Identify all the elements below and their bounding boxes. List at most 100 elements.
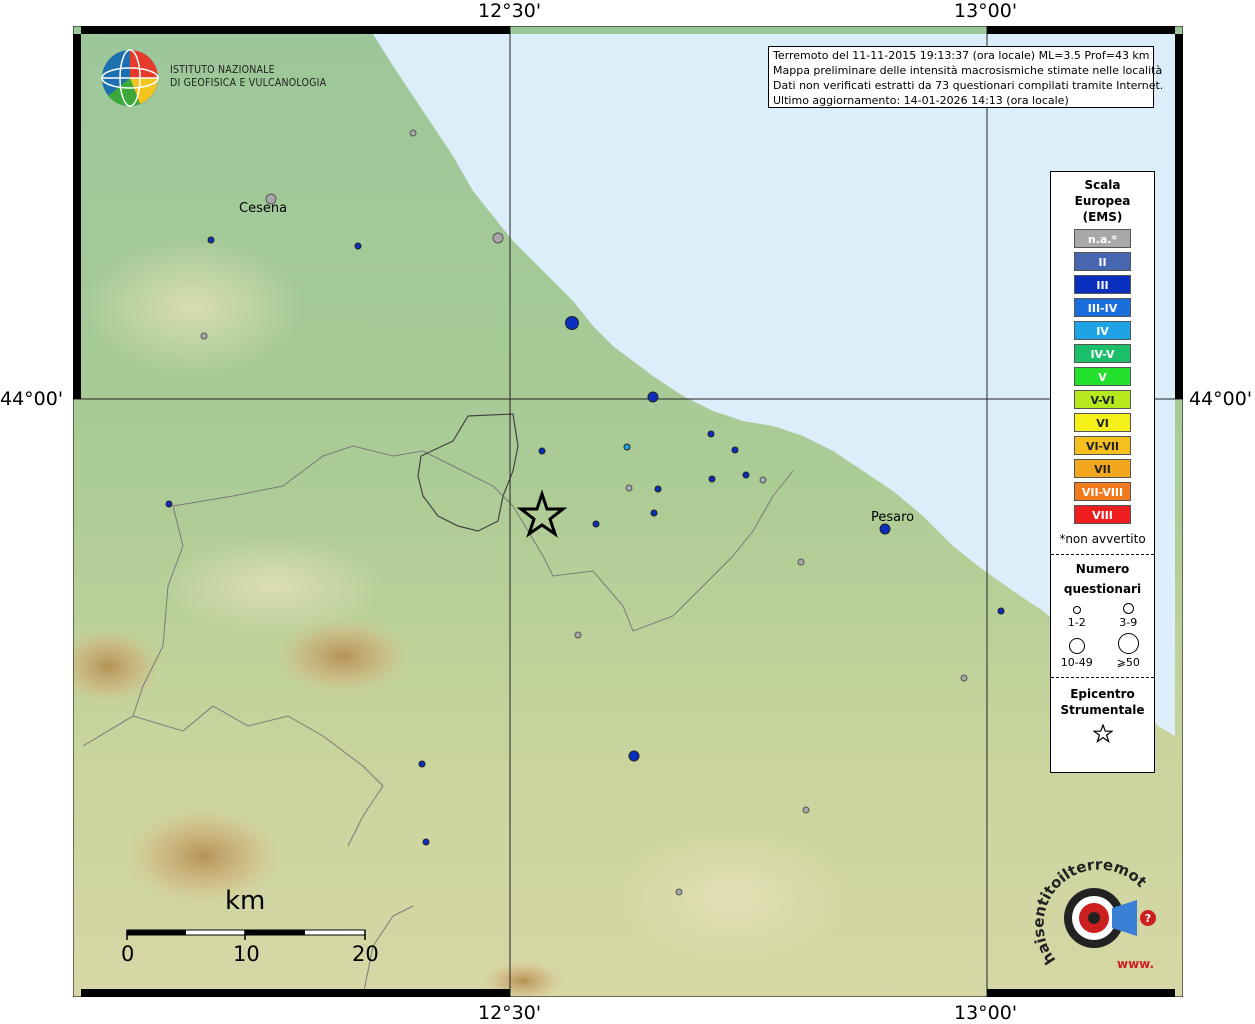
intensity-legend: Scala Europea (EMS) n.a.* II III III-IV IV IV… (1050, 171, 1155, 773)
legend-count-item: 10-49 (1051, 633, 1103, 669)
terrain-hill (613, 826, 853, 966)
intensity-marker-III[interactable] (708, 475, 716, 483)
legend-swatch-n.a.*: n.a.* (1074, 229, 1131, 248)
frame-bar (81, 989, 510, 997)
event-info-line-3: Dati non verificati estratti da 73 quest… (773, 79, 1164, 92)
legend-count-label: 10-49 (1060, 656, 1093, 669)
legend-note: *non avvertito (1059, 532, 1146, 546)
frame-bar (987, 26, 1175, 34)
intensity-marker-III[interactable] (165, 500, 173, 508)
legend-count-label: ⩾50 (1116, 656, 1140, 669)
frame-bar (987, 989, 1175, 997)
legend-swatch-iv: IV (1074, 321, 1131, 340)
legend-count-item: 3-9 (1103, 603, 1155, 629)
intensity-marker-na[interactable] (409, 129, 417, 137)
epicenter-star-icon (1091, 723, 1114, 743)
top-longitude-label-2: 13°00' (954, 0, 1018, 22)
intensity-marker-III[interactable] (628, 750, 640, 762)
intensity-marker-na[interactable] (492, 232, 504, 244)
frame-bar (73, 34, 81, 399)
legend-swatch-iv-v: IV-V (1074, 344, 1131, 363)
scale-unit: km (225, 886, 266, 916)
terrain-hill (163, 536, 383, 636)
haisentito-url-text: www. (1117, 957, 1154, 971)
intensity-marker-III[interactable] (565, 316, 579, 330)
intensity-marker-III[interactable] (207, 236, 215, 244)
map-frame[interactable] (73, 26, 1183, 997)
scale-label-20: 20 (352, 942, 379, 966)
city-label-pesaro: Pesaro (871, 510, 915, 525)
legend-swatch-iii: III (1074, 275, 1131, 294)
count-circle-icon (1072, 606, 1081, 614)
intensity-marker-III[interactable] (422, 838, 430, 846)
legend-swatch-v: V (1074, 367, 1131, 386)
scale-bar-segment (245, 930, 305, 935)
ingv-logo-icon (101, 49, 159, 107)
event-info-box: Terremoto del 11-11-2015 19:13:37 (ora l… (768, 46, 1164, 108)
legend-count-circles: 1-2 3-9 10-49 ⩾50 (1051, 603, 1154, 669)
intensity-marker-na[interactable] (200, 332, 208, 340)
count-circle-icon (1122, 603, 1134, 614)
intensity-marker-III[interactable] (997, 607, 1005, 615)
intensity-marker-na[interactable] (960, 674, 968, 682)
intensity-marker-III[interactable] (354, 242, 362, 250)
legend-count-item: ⩾50 (1103, 633, 1155, 669)
scale-label-0: 0 (121, 942, 135, 966)
legend-count-title: Numero questionari (1051, 559, 1154, 599)
legend-count-title-line-1: Numero (1075, 562, 1130, 576)
intensity-marker-III[interactable] (650, 509, 658, 517)
right-latitude-label: 44°00' (1189, 388, 1253, 410)
legend-swatch-viii: VIII (1074, 505, 1131, 524)
event-info-line-1: Terremoto del 11-11-2015 19:13:37 (ora l… (773, 49, 1150, 62)
top-longitude-label-1: 12°30' (478, 0, 542, 22)
intensity-marker-III[interactable] (538, 447, 546, 455)
legend-title-line-2: Europea (1074, 194, 1131, 208)
legend-swatch-vii: VII (1074, 459, 1131, 478)
legend-count-title-line-2: questionari (1063, 582, 1142, 596)
legend-title-line-3: (EMS) (1082, 210, 1123, 224)
frame-bar (81, 26, 510, 34)
institute-line-2: DI GEOFISICA E VULCANOLOGIA (170, 77, 327, 89)
legend-count-label: 1-2 (1067, 616, 1086, 629)
legend-swatch-vii-viii: VII-VIII (1074, 482, 1131, 501)
intensity-marker-na[interactable] (802, 806, 810, 814)
bottom-longitude-label-2: 13°00' (954, 1002, 1018, 1024)
intensity-marker-na[interactable] (759, 476, 767, 484)
intensity-marker-IV[interactable] (623, 443, 631, 451)
left-latitude-label: 44°00' (0, 388, 64, 410)
event-info-line-4: Ultimo aggiornamento: 14-01-2026 14:13 (… (773, 94, 1069, 107)
legend-epicenter-title: Epicentro Strumentale (1051, 686, 1154, 718)
intensity-marker-III[interactable] (647, 391, 659, 403)
event-info-line-2: Mappa preliminare delle intensità macros… (773, 64, 1163, 77)
intensity-marker-III[interactable] (742, 471, 750, 479)
institute-line-1: ISTITUTO NAZIONALE (170, 64, 275, 76)
intensity-marker-na[interactable] (625, 484, 633, 492)
count-circle-icon (1068, 638, 1085, 654)
intensity-marker-na[interactable] (675, 888, 683, 896)
bottom-longitude-label-1: 12°30' (478, 1002, 542, 1024)
map-canvas[interactable] (73, 26, 1183, 997)
city-label-cesena: Cesena (239, 201, 288, 216)
legend-swatch-v-vi: V-VI (1074, 390, 1131, 409)
legend-swatch-vi-vii: VI-VII (1074, 436, 1131, 455)
intensity-marker-na[interactable] (574, 631, 582, 639)
haisentito-logo-icon[interactable]: ? haisentitoilterremoto.it www. (1032, 860, 1162, 975)
terrain-hill (83, 236, 303, 376)
legend-epi-line-2: Strumentale (1060, 703, 1145, 717)
intensity-marker-na[interactable] (797, 558, 805, 566)
frame-bar (1175, 34, 1183, 399)
svg-text:?: ? (1145, 912, 1151, 925)
legend-divider (1051, 677, 1154, 678)
legend-title: Scala Europea (EMS) (1051, 177, 1154, 225)
legend-epi-line-1: Epicentro (1070, 687, 1135, 701)
legend-swatch-ii: II (1074, 252, 1131, 271)
legend-count-item: 1-2 (1051, 603, 1103, 629)
intensity-marker-III[interactable] (731, 446, 739, 454)
count-circle-icon (1117, 633, 1139, 654)
intensity-marker-III[interactable] (654, 485, 662, 493)
legend-count-label: 3-9 (1119, 616, 1138, 629)
intensity-marker-III[interactable] (879, 523, 891, 535)
intensity-marker-III[interactable] (707, 430, 715, 438)
intensity-marker-III[interactable] (418, 760, 426, 768)
intensity-marker-III[interactable] (592, 520, 600, 528)
